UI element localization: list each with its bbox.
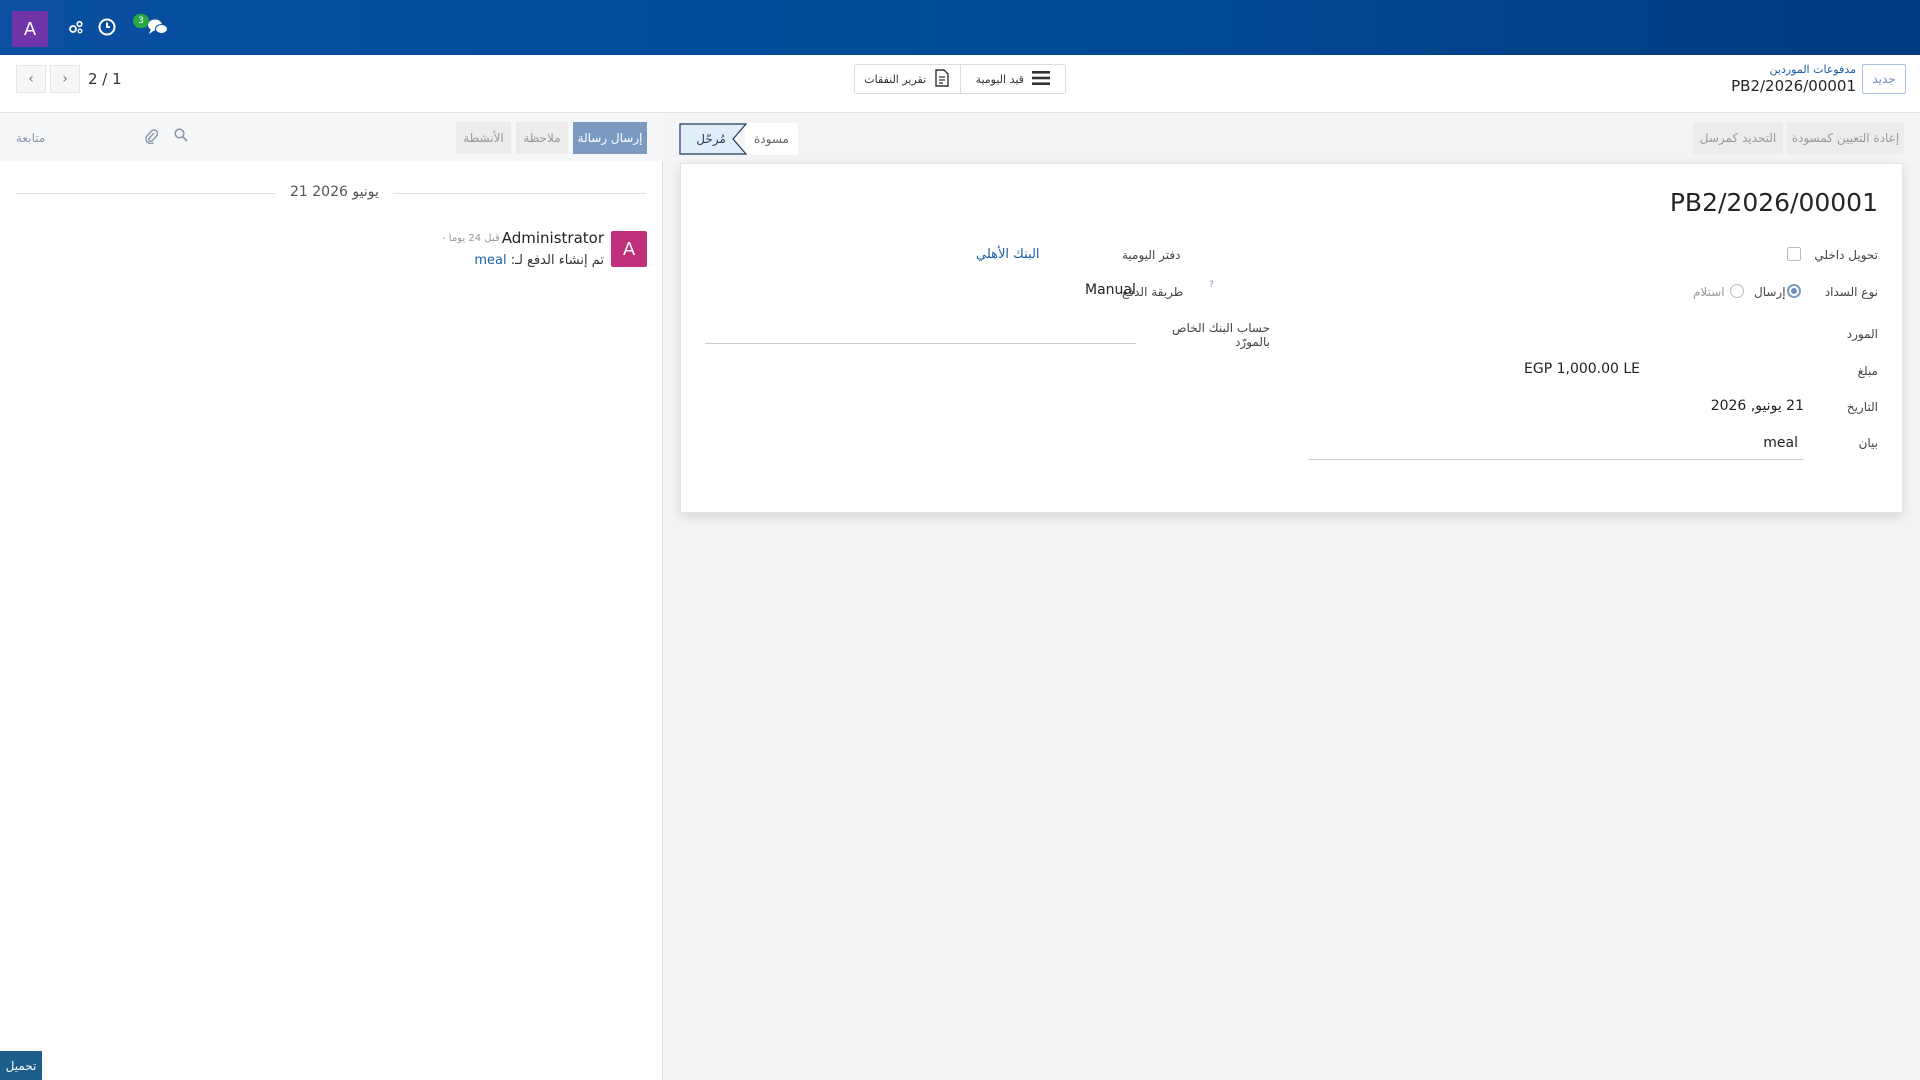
- message-time: - قبل 24 يوما: [442, 233, 500, 244]
- breadcrumb-parent-link[interactable]: مدفوعات الموردين: [1731, 63, 1856, 76]
- payment-type-send-label: إرسال: [1754, 285, 1786, 299]
- chatter-panel: متابعة الأنشطة ملاحظة إرسال رسالة 21 يون…: [0, 113, 663, 1080]
- payment-method-value[interactable]: Manual: [1085, 282, 1136, 298]
- message-author[interactable]: Administrator: [502, 229, 604, 247]
- new-button[interactable]: جديد: [1862, 64, 1906, 94]
- load-button[interactable]: تحميل: [0, 1051, 42, 1080]
- breadcrumb: مدفوعات الموردين PB2/2026/00001: [1731, 63, 1856, 95]
- chevron-right-icon: ›: [62, 71, 68, 87]
- pager-next-button[interactable]: ›: [50, 65, 80, 93]
- chatter-topbar: متابعة الأنشطة ملاحظة إرسال رسالة: [0, 113, 663, 161]
- log-note-button[interactable]: ملاحظة: [516, 122, 568, 154]
- journal-items-button[interactable]: قيد اليومية: [959, 65, 1065, 93]
- date-value[interactable]: 21 يونيو, 2026: [1684, 398, 1804, 414]
- status-draft[interactable]: مسودة: [745, 123, 798, 155]
- activities-button[interactable]: الأنشطة: [456, 122, 511, 154]
- record-title: PB2/2026/00001: [1669, 188, 1878, 217]
- smart-buttons: تقرير النفقات قيد اليومية: [854, 64, 1066, 94]
- journal-items-label: قيد اليومية: [975, 72, 1024, 86]
- date-separator: 21 يونيو 2026: [276, 184, 393, 200]
- clock-icon[interactable]: [96, 16, 118, 38]
- memo-underline: [1308, 459, 1804, 460]
- control-panel: ‹ › 2 / 1 تقرير النفقات قيد اليومية مدفو…: [0, 55, 1920, 113]
- follow-button[interactable]: متابعة: [16, 131, 45, 145]
- chat-count-badge: 3: [133, 14, 149, 28]
- message-body: تم إنشاء الدفع لـ: meal: [474, 253, 604, 268]
- paperclip-icon[interactable]: [144, 128, 159, 148]
- form-sheet: PB2/2026/00001 تحويل داخلي نوع السداد إر…: [680, 163, 1903, 513]
- debug-icon[interactable]: [65, 16, 87, 38]
- internal-transfer-label: تحويل داخلي: [1814, 248, 1878, 262]
- journal-value[interactable]: البنك الأهلي: [976, 247, 1040, 262]
- user-avatar[interactable]: A: [12, 11, 48, 47]
- mark-as-sent-button[interactable]: التحديد كمرسل: [1693, 122, 1783, 154]
- reset-to-draft-button[interactable]: إعادة التعيين كمسودة: [1787, 122, 1904, 154]
- bars-icon: [1031, 70, 1050, 89]
- payment-type-label: نوع السداد: [1824, 285, 1878, 299]
- payment-type-receive-radio[interactable]: [1730, 284, 1744, 298]
- pager-value[interactable]: 2 / 1: [88, 70, 122, 88]
- top-navbar: A 3: [0, 0, 1920, 55]
- help-tooltip-icon[interactable]: ?: [1209, 280, 1214, 290]
- memo-value[interactable]: meal: [1763, 435, 1798, 451]
- payment-type-receive-label: استلام: [1693, 285, 1725, 299]
- status-posted: مُرحّل: [679, 123, 747, 155]
- payment-type-send-radio[interactable]: [1787, 284, 1801, 298]
- date-label: التاريخ: [1846, 400, 1878, 414]
- memo-label: بيان: [1858, 436, 1878, 450]
- chat-icon[interactable]: [146, 16, 170, 38]
- document-icon: [934, 68, 950, 90]
- message-text: تم إنشاء الدفع لـ:: [510, 253, 604, 268]
- status-posted-label: مُرحّل: [696, 132, 726, 146]
- breadcrumb-current: PB2/2026/00001: [1731, 77, 1856, 95]
- search-icon[interactable]: [174, 128, 188, 146]
- internal-transfer-checkbox[interactable]: [1787, 247, 1801, 261]
- expense-report-label: تقرير النفقات: [864, 72, 927, 86]
- partner-bank-label: حساب البنك الخاص بالمورّد: [1172, 321, 1270, 349]
- partner-bank-underline: [705, 343, 1136, 344]
- message-author-avatar[interactable]: A: [611, 231, 647, 267]
- amount-value[interactable]: EGP 1,000.00 LE: [1524, 361, 1640, 377]
- partner-label: المورد: [1846, 327, 1878, 341]
- send-message-button[interactable]: إرسال رسالة: [573, 122, 647, 154]
- pager-previous-button[interactable]: ‹: [16, 65, 46, 93]
- expense-report-button[interactable]: تقرير النفقات: [855, 65, 960, 93]
- message-record-link[interactable]: meal: [474, 253, 506, 268]
- amount-label: مبلغ: [1857, 364, 1878, 378]
- chevron-left-icon: ‹: [28, 71, 34, 87]
- journal-label: دفتر اليومية: [1122, 248, 1181, 262]
